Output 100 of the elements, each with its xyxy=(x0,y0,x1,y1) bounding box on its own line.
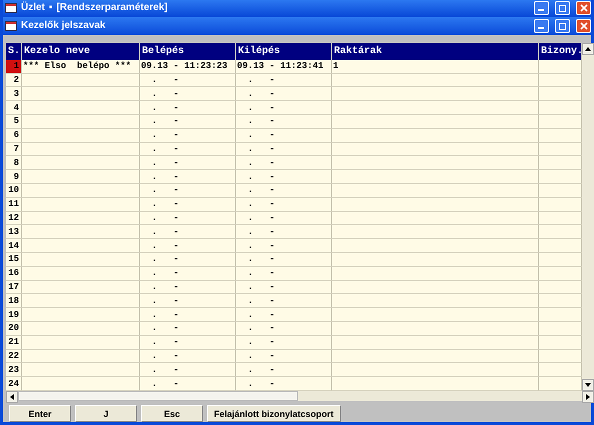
row-number[interactable]: 4 xyxy=(6,101,22,116)
table-cell: . - xyxy=(140,322,236,336)
scroll-up-icon xyxy=(585,46,591,51)
row-number[interactable]: 10 xyxy=(6,184,22,198)
row-number[interactable]: 14 xyxy=(6,239,22,254)
row-number[interactable]: 18 xyxy=(6,294,22,308)
table-cell: . - xyxy=(140,225,236,240)
close-icon xyxy=(580,22,588,30)
table-cell: 09.13 - 11:23:41 xyxy=(236,60,332,74)
table-cell: . - xyxy=(236,115,332,129)
window-title: Kezelők jelszavak xyxy=(21,20,106,32)
column-header: S. xyxy=(6,42,22,60)
table-cell: . - xyxy=(140,350,236,364)
action-button[interactable]: J xyxy=(75,405,137,422)
action-button[interactable]: Felajánlott bizonylatcsoport xyxy=(207,405,341,422)
close-button[interactable] xyxy=(576,18,591,33)
row-number[interactable]: 1 xyxy=(6,60,22,74)
table-cell: . - xyxy=(140,294,236,308)
row-number[interactable]: 2 xyxy=(6,74,22,88)
close-button[interactable] xyxy=(576,0,591,15)
row-number[interactable]: 13 xyxy=(6,225,22,240)
row-number[interactable]: 7 xyxy=(6,142,22,156)
row-number[interactable]: 6 xyxy=(6,128,22,143)
table-cell: . - xyxy=(140,115,236,129)
table-cell: . - xyxy=(236,225,332,240)
row-number[interactable]: 9 xyxy=(6,170,22,184)
table-cell: . - xyxy=(140,128,236,143)
row-number[interactable]: 12 xyxy=(6,212,22,226)
table-cell: 09.13 - 11:23:23 xyxy=(140,60,236,74)
action-button[interactable]: Enter xyxy=(9,405,71,422)
table-cell: . - xyxy=(140,336,236,350)
action-button[interactable]: Esc xyxy=(141,405,203,422)
restore-button[interactable] xyxy=(555,0,570,15)
row-number[interactable]: 19 xyxy=(6,308,22,322)
table-cell: . - xyxy=(236,170,332,184)
maximize-button[interactable] xyxy=(555,18,570,33)
table-cell: . - xyxy=(140,170,236,184)
table-cell: . - xyxy=(140,308,236,322)
table-cell: . - xyxy=(236,156,332,170)
scroll-left-icon xyxy=(10,394,14,400)
table-cell: . - xyxy=(236,336,332,350)
menu-marker[interactable]: ▪ xyxy=(48,2,52,14)
horizontal-scrollbar[interactable] xyxy=(6,391,594,401)
table-cell: . - xyxy=(140,87,236,102)
row-number[interactable]: 3 xyxy=(6,87,22,102)
table-cell: . - xyxy=(236,87,332,102)
vertical-scrollbar[interactable] xyxy=(582,42,594,391)
minimize-button[interactable] xyxy=(534,0,549,15)
table-cell: . - xyxy=(140,156,236,170)
column-header: Bizony. xyxy=(539,42,582,60)
table-cell: . - xyxy=(236,294,332,308)
close-icon xyxy=(580,4,588,12)
column-header: Kilépés xyxy=(236,42,332,60)
app-title: Üzlet xyxy=(21,2,45,14)
table-cell: . - xyxy=(236,350,332,364)
app-icon xyxy=(5,2,17,13)
table-cell: . - xyxy=(236,74,332,88)
row-number[interactable]: 21 xyxy=(6,336,22,350)
table-cell: . - xyxy=(140,198,236,212)
window-subtitle: [Rendszerparaméterek] xyxy=(56,2,168,14)
table-cell: . - xyxy=(140,74,236,88)
row-number[interactable]: 16 xyxy=(6,266,22,281)
row-number[interactable]: 23 xyxy=(6,363,22,378)
row-number[interactable]: 11 xyxy=(6,198,22,212)
table-cell: . - xyxy=(236,253,332,267)
table-cell: . - xyxy=(236,101,332,116)
table-cell: . - xyxy=(236,266,332,281)
row-number[interactable]: 22 xyxy=(6,350,22,364)
table-cell: . - xyxy=(236,142,332,156)
table-cell: . - xyxy=(140,142,236,156)
restore-icon xyxy=(558,4,566,12)
table-cell: . - xyxy=(236,280,332,294)
table-cell: . - xyxy=(140,363,236,378)
row-number[interactable]: 17 xyxy=(6,280,22,294)
table-cell: . - xyxy=(140,239,236,254)
table-cell: . - xyxy=(236,308,332,322)
row-number[interactable]: 24 xyxy=(6,377,22,391)
table-cell: 1 xyxy=(332,60,539,74)
table-cell: . - xyxy=(236,363,332,378)
table-cell: . - xyxy=(140,184,236,198)
table-cell: *** Elso belépo *** xyxy=(22,60,140,74)
table-cell: . - xyxy=(140,280,236,294)
row-number[interactable]: 20 xyxy=(6,322,22,336)
table-cell: . - xyxy=(236,239,332,254)
row-number[interactable]: 8 xyxy=(6,156,22,170)
table-cell: . - xyxy=(140,253,236,267)
row-number[interactable]: 5 xyxy=(6,115,22,129)
row-number[interactable]: 15 xyxy=(6,253,22,267)
table-cell: . - xyxy=(236,128,332,143)
table-cell: . - xyxy=(236,322,332,336)
column-header: Belépés xyxy=(140,42,236,60)
column-header: Kezelo neve xyxy=(22,42,140,60)
maximize-icon xyxy=(558,22,566,30)
window-icon xyxy=(5,20,17,31)
table-cell: . - xyxy=(140,266,236,281)
scroll-right-icon xyxy=(586,394,590,400)
table-cell: . - xyxy=(140,212,236,226)
table-cell: . - xyxy=(140,101,236,116)
minimize-button[interactable] xyxy=(534,18,549,33)
table-cell: . - xyxy=(236,184,332,198)
